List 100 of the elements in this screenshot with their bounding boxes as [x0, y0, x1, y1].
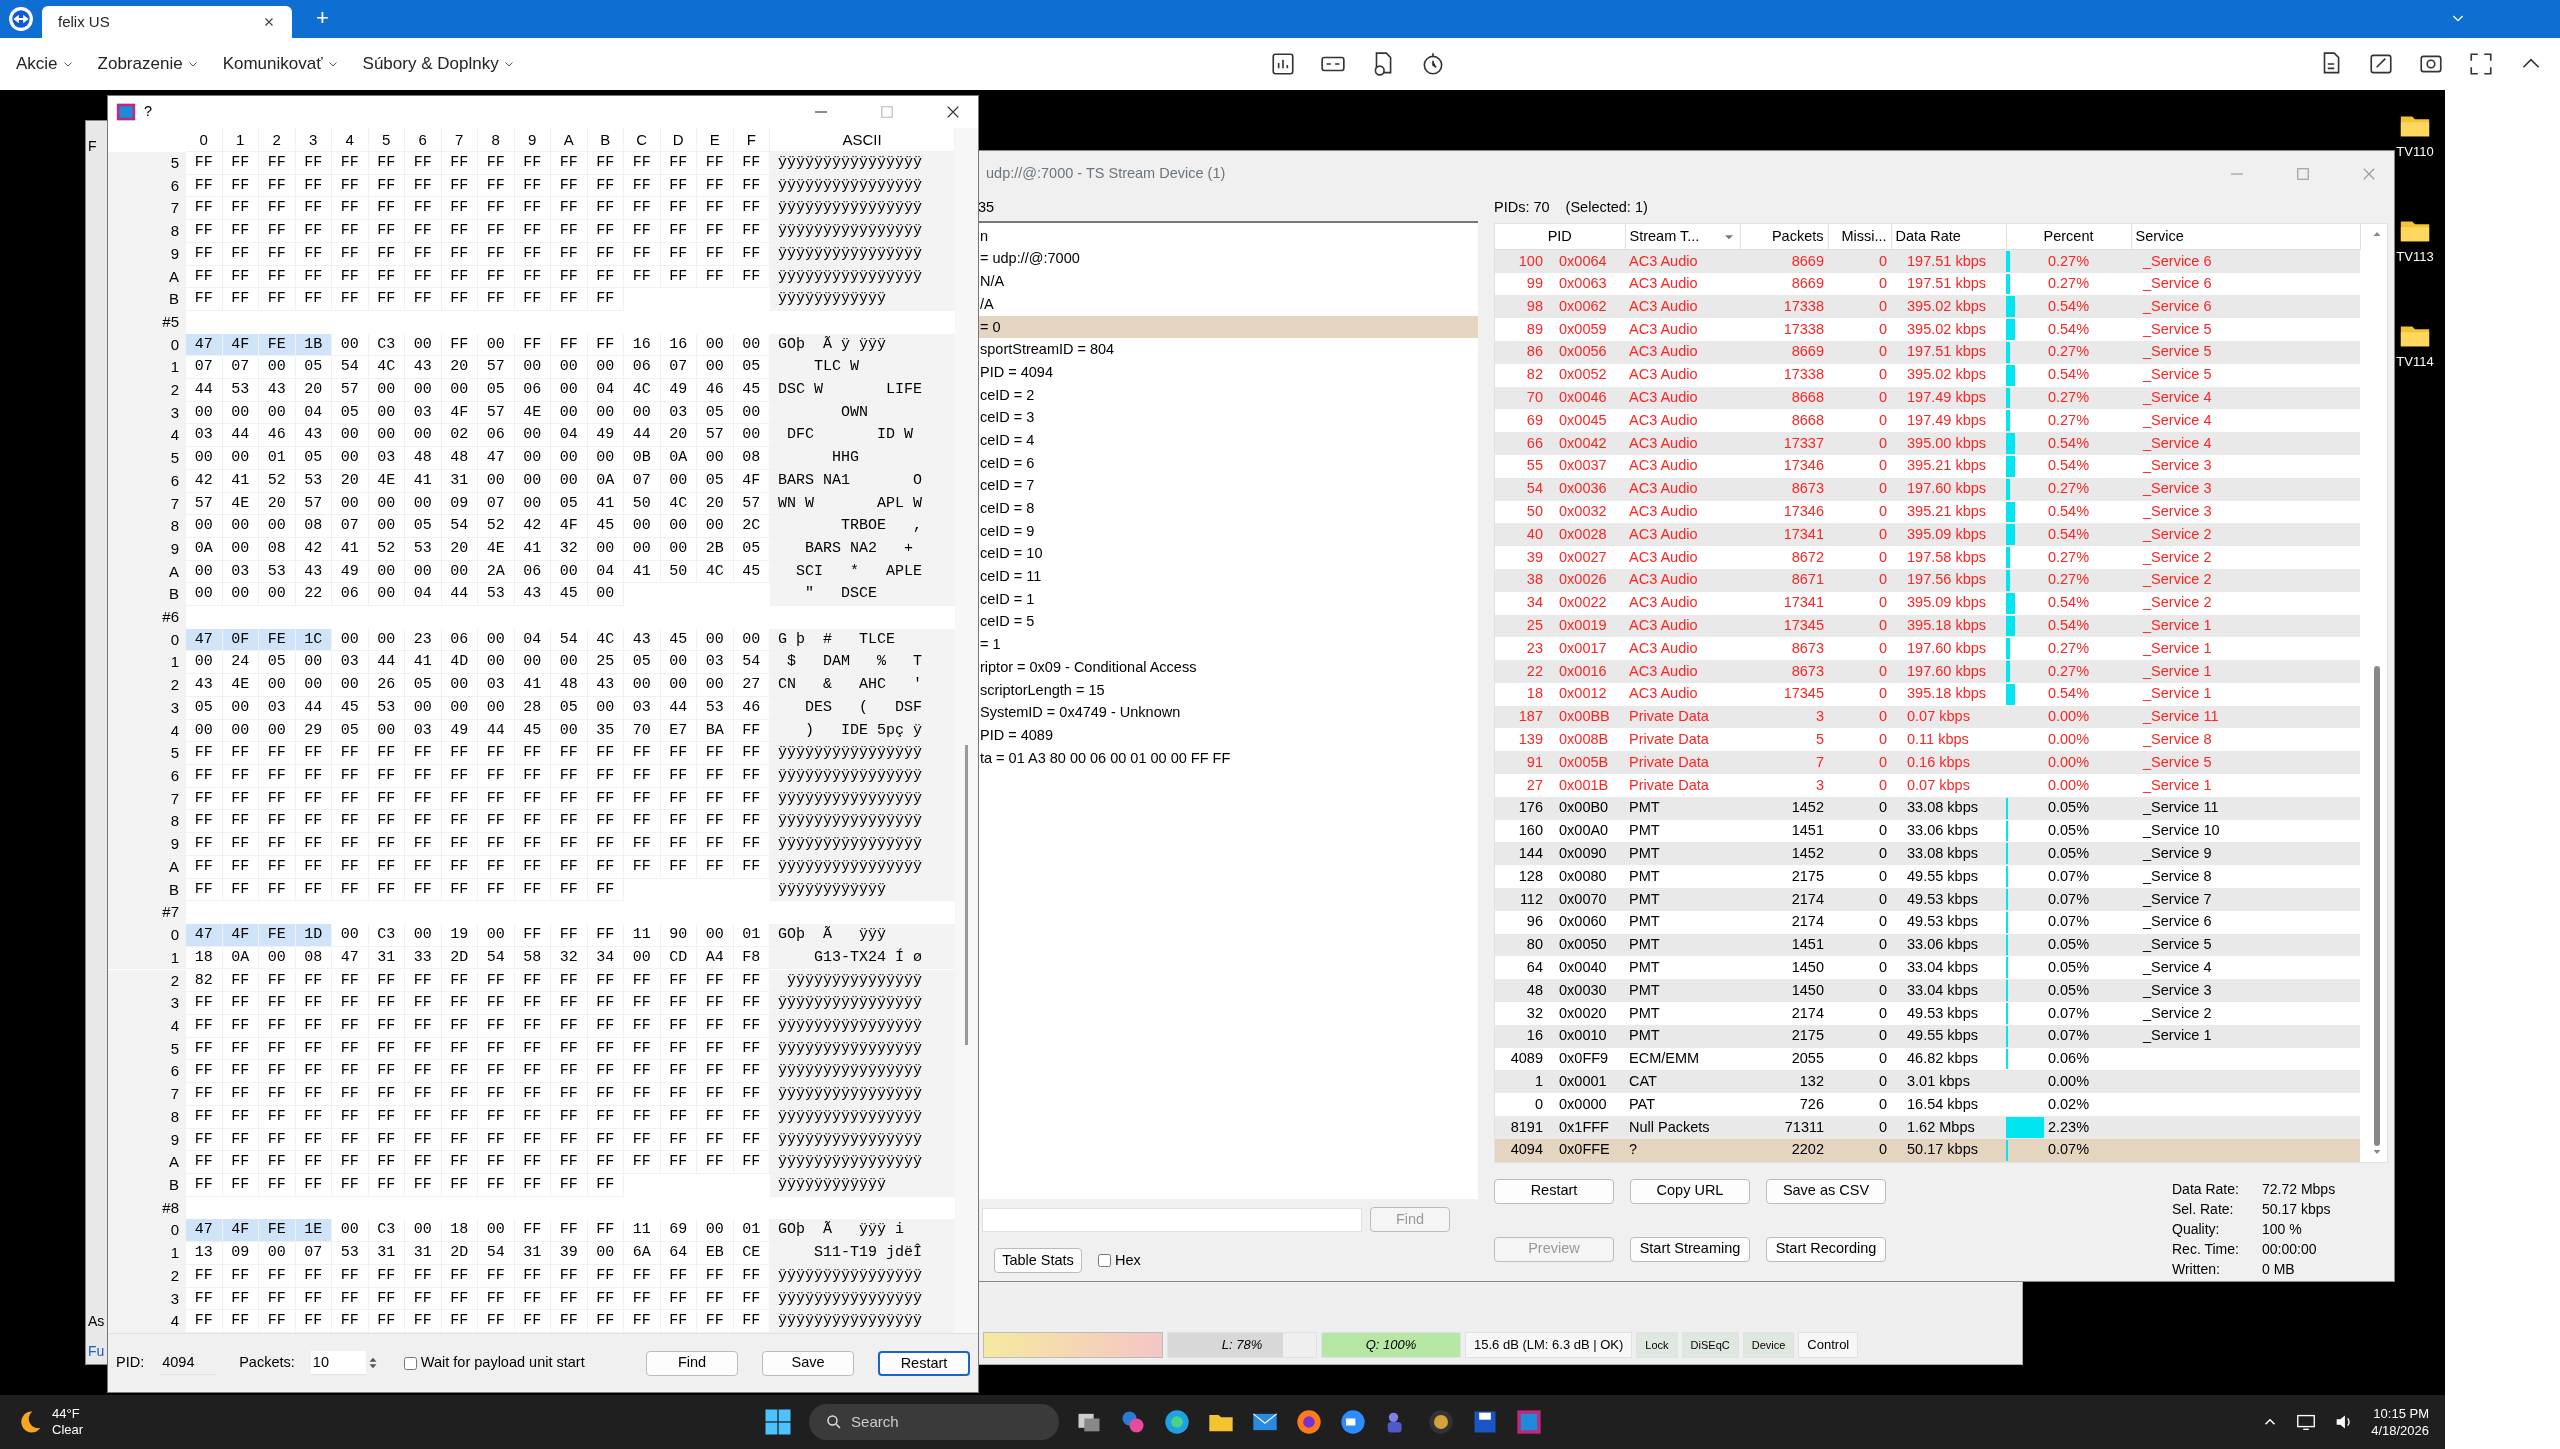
tree-item[interactable]: SystemID = 0x4749 - Unknown [978, 701, 1478, 724]
tree-item[interactable]: = 0 [978, 315, 1478, 339]
tree-item[interactable]: ceID = 2 [978, 383, 1478, 407]
tree-item[interactable]: ceID = 6 [978, 451, 1478, 475]
column-header[interactable]: Missi... [1828, 223, 1891, 250]
hex-byte: 45 [660, 628, 697, 652]
table-cell-text: 0x00A0 [1559, 821, 1609, 841]
hex-byte: FF [259, 969, 296, 993]
table-cell: 0.06% [2047, 1050, 2090, 1067]
tree-item[interactable]: ceID = 9 [978, 519, 1478, 543]
table-cell: 0 [1828, 1093, 1891, 1117]
table-cell: 0.05% [2047, 981, 2090, 998]
scrollbar[interactable] [955, 128, 978, 1333]
hex-byte: FF [514, 969, 551, 993]
table-cell: PMT [1625, 956, 1740, 980]
tree-item[interactable]: PID = 4094 [978, 360, 1478, 384]
hex-byte: FF [441, 969, 478, 993]
ascii-text: DES ( DSF [770, 696, 955, 720]
dialog-button[interactable]: Find [646, 1350, 738, 1376]
hex-byte: 07 [222, 356, 259, 380]
tree-item[interactable]: ceID = 11 [978, 565, 1478, 588]
scroll-thumb[interactable] [2374, 665, 2380, 1146]
hex-byte: 18 [186, 946, 223, 970]
app-icon[interactable] [1515, 1408, 1544, 1436]
hex-byte: FF [332, 174, 369, 198]
hex-byte: C3 [368, 333, 405, 357]
hex-byte: 08 [259, 537, 296, 561]
menu-item[interactable]: Zobrazenie [97, 51, 199, 77]
menu-item[interactable]: Komunikovať [222, 51, 339, 77]
tree-item[interactable]: n [978, 224, 1478, 248]
column-header: 7 [441, 128, 478, 152]
icon-label[interactable]: TV114 [2396, 352, 2434, 372]
column-header: 8 [478, 128, 515, 152]
action-button[interactable]: Restart [1494, 1178, 1614, 1204]
tree-item[interactable]: N/A [978, 270, 1478, 293]
icon-label[interactable]: TV110 [2396, 142, 2434, 162]
column-header[interactable]: Percent [2006, 223, 2131, 250]
column-header[interactable]: Service [2131, 223, 2360, 250]
hex-byte: 13 [186, 1242, 223, 1265]
tab[interactable]: felix US [42, 6, 292, 38]
action-button[interactable]: Copy URL [1630, 1178, 1750, 1204]
column-header[interactable]: PID [1495, 223, 1625, 250]
action-button[interactable]: Save as CSV [1766, 1178, 1886, 1204]
dialog-button[interactable]: Save [762, 1350, 854, 1376]
tree-item[interactable]: sportStreamID = 804 [978, 338, 1478, 361]
fullscreen-icon[interactable] [2468, 51, 2494, 77]
table-stats-button[interactable]: Table Stats [994, 1248, 1082, 1273]
hex-byte: FF [332, 855, 369, 879]
ascii-text: GOþ Ã ÿÿÿ i [770, 1219, 955, 1243]
table-cell-text: 99 [1525, 274, 1543, 294]
menu-item[interactable]: Súbory & Doplnky [362, 51, 515, 77]
tree-item[interactable]: riptor = 0x09 - Conditional Access [978, 655, 1478, 679]
checkbox-label[interactable]: Wait for payload unit start [420, 1352, 585, 1374]
hex-byte: 31 [368, 1242, 405, 1265]
checkbox[interactable] [403, 1356, 417, 1370]
icon-label[interactable]: TV113 [2396, 247, 2434, 267]
menu-item[interactable]: Akcie [16, 51, 74, 77]
tree-item[interactable]: ceID = 1 [978, 587, 1478, 611]
tree-item[interactable]: ceID = 10 [978, 542, 1478, 566]
hex-byte: FF [551, 855, 588, 879]
table-cell-text: 82 [1525, 365, 1543, 385]
disc-icon[interactable] [1427, 1408, 1456, 1436]
tree-item[interactable]: = udp://@:7000 [978, 247, 1478, 271]
action-button[interactable]: Start Recording [1766, 1236, 1886, 1262]
hex-byte: 00 [660, 651, 697, 675]
tree-item[interactable]: = 1 [978, 633, 1478, 656]
column-header[interactable]: Data Rate [1891, 223, 2006, 250]
hex-byte: 57 [186, 492, 223, 516]
tree-item[interactable]: ceID = 3 [978, 406, 1478, 429]
tree-item[interactable]: ta = 01 A3 80 00 06 00 01 00 00 FF FF [978, 746, 1478, 770]
tree-item[interactable]: ceID = 8 [978, 497, 1478, 520]
tree-item[interactable]: ceID = 4 [978, 428, 1478, 452]
action-button[interactable]: Start Streaming [1630, 1236, 1750, 1262]
hex-byte: FF [478, 1151, 515, 1174]
tree-item[interactable]: ceID = 7 [978, 474, 1478, 497]
checkbox[interactable] [1098, 1254, 1111, 1267]
search-field[interactable]: Search [809, 1404, 1060, 1440]
column-header[interactable]: Stream T... [1625, 223, 1740, 250]
checkbox-label[interactable]: Hex [1115, 1249, 1141, 1272]
row-label: 2 [108, 1264, 186, 1288]
hex-byte: FF [624, 220, 661, 243]
new-tab-button[interactable]: + [316, 1, 329, 34]
start-icon[interactable] [763, 1407, 794, 1437]
hex-byte: 00 [441, 674, 478, 697]
column-header[interactable]: Packets [1740, 223, 1828, 250]
hex-byte: 00 [733, 424, 770, 448]
chart-icon[interactable] [1270, 51, 1296, 77]
hex-byte: FF [624, 1037, 661, 1061]
hex-byte: FF [478, 1105, 515, 1129]
hex-byte: 07 [660, 356, 697, 380]
search-field[interactable] [982, 1207, 1362, 1232]
tree-item[interactable]: /A [978, 292, 1478, 316]
hex-byte: 48 [405, 447, 442, 470]
tree-item[interactable]: ceID = 5 [978, 610, 1478, 634]
dialog-button[interactable]: Restart [878, 1350, 970, 1376]
tree-item[interactable]: scriptorLength = 15 [978, 678, 1478, 702]
table-cell: 395.00 kbps [1891, 432, 2006, 455]
scroll-thumb[interactable] [965, 745, 968, 1045]
hex-byte: 05 [332, 719, 369, 743]
tree-item[interactable]: PID = 4089 [978, 723, 1478, 747]
